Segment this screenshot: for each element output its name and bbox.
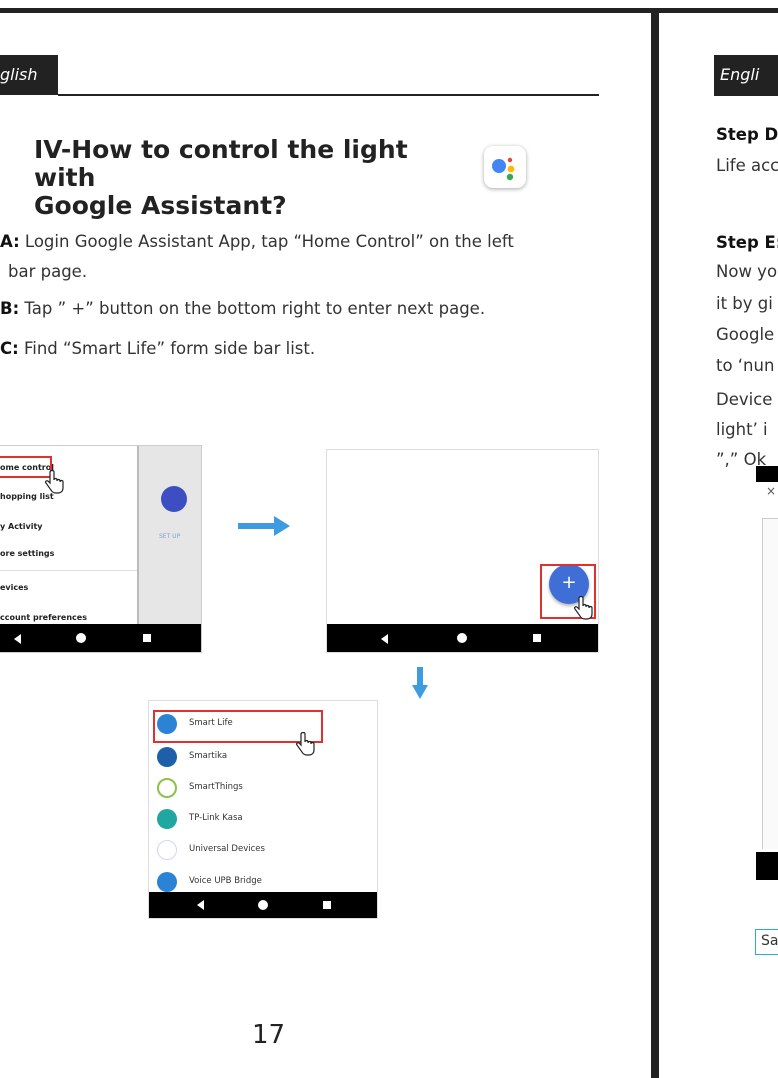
- language-tag-left: glish: [0, 55, 58, 95]
- right-step-e-heading: Step E:: [716, 233, 778, 252]
- step-a-continued: bar page.: [8, 262, 87, 281]
- screenshot-services-list: Smart Life Smartika SmartThings TP-Link …: [148, 700, 378, 919]
- right-step-d-heading: Step D: [716, 125, 778, 144]
- arrow-right-icon: [238, 516, 290, 540]
- nav-back-icon-3[interactable]: [197, 900, 204, 910]
- menu-item-account-preferences[interactable]: ccount preferences: [0, 613, 87, 622]
- language-tag-right: Engli: [714, 55, 778, 95]
- service-label-smartika: Smartika: [189, 751, 228, 761]
- service-label-tp-link-kasa: TP-Link Kasa: [189, 813, 243, 823]
- step-a-key: A:: [0, 232, 20, 251]
- nav-home-icon-3[interactable]: [258, 900, 268, 910]
- android-nav-bar-2: [327, 624, 598, 652]
- service-label-universal-devices: Universal Devices: [189, 844, 265, 854]
- google-assistant-icon: [484, 146, 526, 188]
- arrow-down-icon: [412, 667, 428, 703]
- step-c-key: C:: [0, 339, 19, 358]
- android-nav-bar-3: [149, 892, 377, 918]
- page-number: 17: [252, 1020, 286, 1050]
- right-step-e-line-4: to ‘nun: [716, 356, 775, 375]
- menu-item-devices[interactable]: evices: [0, 583, 28, 592]
- tp-link-kasa-icon: [157, 809, 177, 829]
- menu-backdrop: SET UP: [137, 446, 201, 624]
- right-step-d-text: Life acc: [716, 156, 778, 175]
- section-title-line-2: Google Assistant?: [34, 191, 287, 220]
- caption-box: Sa: [755, 929, 778, 955]
- dialog-panel: [762, 518, 778, 849]
- top-rule: [0, 8, 778, 13]
- service-label-smartthings: SmartThings: [189, 782, 243, 792]
- right-step-e-line-3: Google: [716, 325, 775, 344]
- service-label-voice-upb-bridge: Voice UPB Bridge: [189, 876, 262, 886]
- caption-text: Sa: [761, 933, 778, 949]
- setup-label: SET UP: [159, 533, 181, 540]
- right-device-line-1: Device: [716, 390, 773, 409]
- step-a-text: Login Google Assistant App, tap “Home Co…: [19, 232, 514, 251]
- nav-back-icon[interactable]: [14, 634, 21, 644]
- section-title: IV-How to control the light with Google …: [34, 136, 474, 220]
- right-step-e-line-1: Now yo: [716, 262, 778, 281]
- step-b-key: B:: [0, 299, 20, 318]
- close-icon[interactable]: ×: [766, 484, 776, 498]
- page-divider: [651, 8, 659, 1078]
- screenshot-right-fragment: ×: [756, 466, 778, 880]
- language-tag-left-text: glish: [0, 65, 38, 84]
- screenshot-right-screen: ×: [756, 482, 778, 852]
- menu-shadow-edge: [137, 446, 139, 624]
- section-title-line-1: IV-How to control the light with: [34, 135, 408, 192]
- hand-cursor-icon-2: [573, 595, 595, 626]
- section-rule-right: [714, 94, 778, 96]
- right-step-e-line-2: it by gi: [716, 294, 773, 313]
- step-c: C: Find “Smart Life” form side bar list.: [0, 339, 315, 358]
- step-c-text: Find “Smart Life” form side bar list.: [18, 339, 316, 358]
- nav-recents-icon[interactable]: [143, 634, 151, 642]
- smartika-icon: [157, 747, 177, 767]
- assistant-avatar-icon: [161, 486, 187, 512]
- step-a: A: Login Google Assistant App, tap “Home…: [0, 232, 514, 251]
- smartthings-icon: [157, 778, 177, 798]
- voice-upb-bridge-icon: [157, 872, 177, 892]
- menu-separator: [0, 570, 137, 571]
- nav-recents-icon-3[interactable]: [323, 901, 331, 909]
- language-tag-right-text: Engli: [720, 65, 760, 84]
- android-nav-bar: [0, 624, 201, 652]
- universal-devices-icon: [157, 840, 177, 860]
- right-device-line-2: light’ i: [716, 420, 768, 439]
- nav-home-icon-2[interactable]: [457, 633, 467, 643]
- nav-home-icon[interactable]: [76, 633, 86, 643]
- step-a-continued-text: bar page.: [8, 262, 88, 281]
- step-b: B: Tap ” +” button on the bottom right t…: [0, 299, 485, 318]
- screenshot-side-menu: SET UP ome control hopping list y Activi…: [0, 445, 202, 653]
- menu-item-more-settings[interactable]: ore settings: [0, 549, 54, 558]
- nav-recents-icon-2[interactable]: [533, 634, 541, 642]
- screenshot-home-control: +: [326, 449, 599, 653]
- menu-item-activity[interactable]: y Activity: [0, 522, 43, 531]
- hand-cursor-icon: [44, 469, 66, 500]
- hand-cursor-icon-3: [295, 731, 317, 762]
- nav-back-icon-2[interactable]: [381, 634, 388, 644]
- section-rule-left: [58, 94, 599, 96]
- step-b-text: Tap ” +” button on the bottom right to e…: [19, 299, 486, 318]
